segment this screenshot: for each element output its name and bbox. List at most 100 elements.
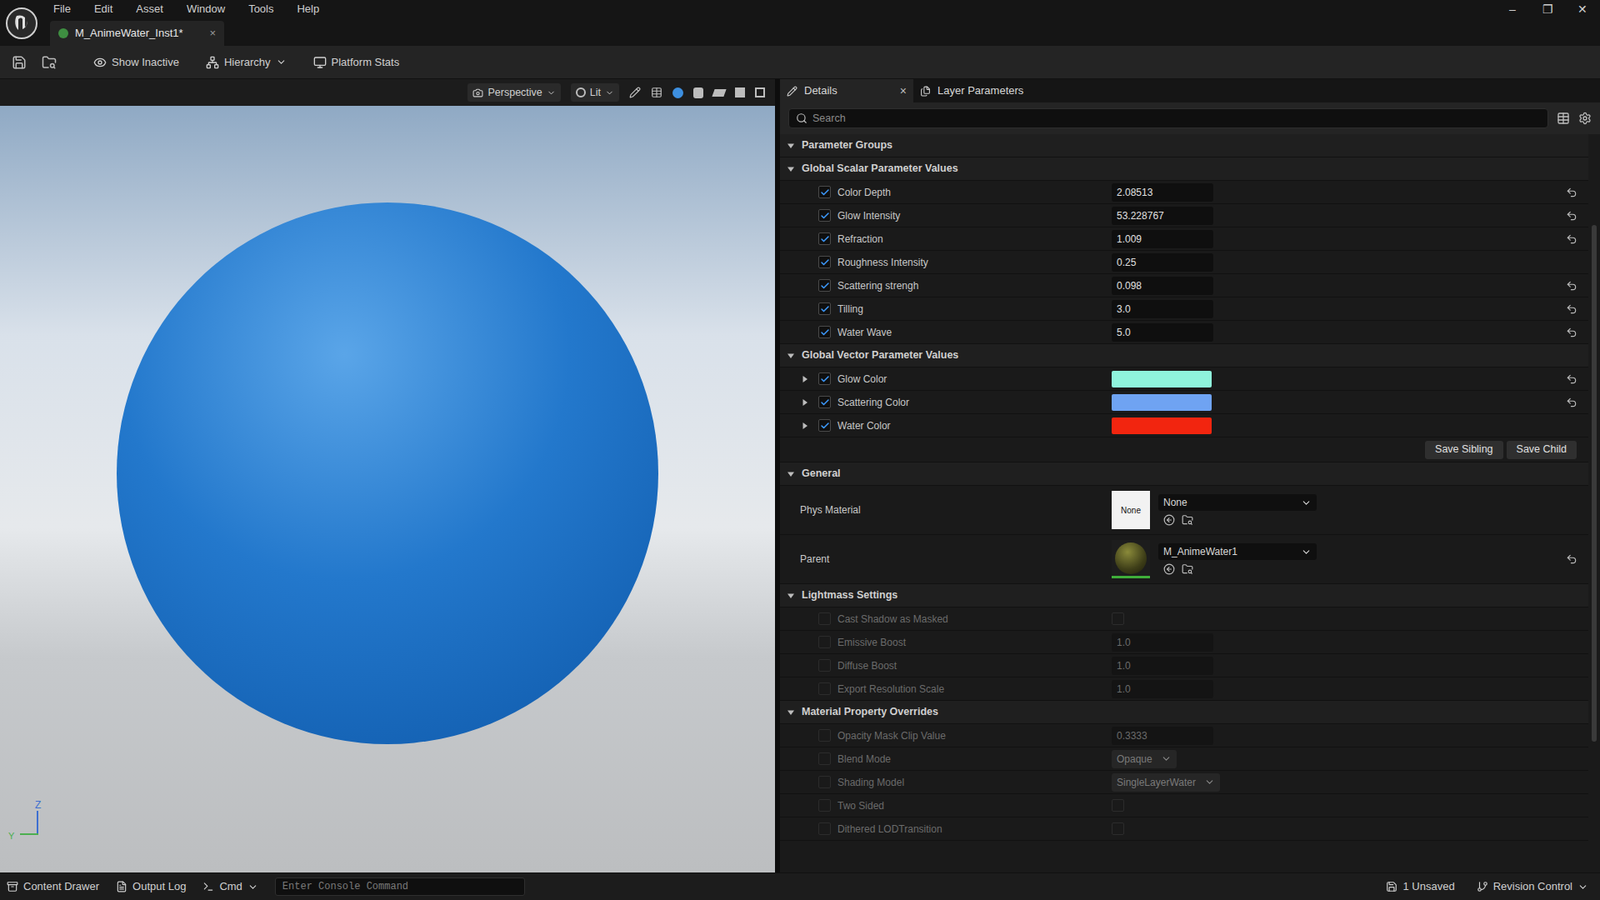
parameter-checkbox[interactable]	[818, 372, 831, 385]
layout-icon[interactable]	[650, 86, 663, 99]
group-header[interactable]: Global Vector Parameter Values	[780, 344, 1589, 368]
cylinder-preview-icon[interactable]	[693, 87, 704, 99]
value-checkbox[interactable]	[1111, 612, 1125, 625]
close-tab-icon[interactable]: ×	[210, 25, 217, 42]
value-checkbox[interactable]	[1111, 799, 1125, 812]
override-checkbox[interactable]	[818, 682, 831, 695]
use-selected-icon[interactable]	[1163, 514, 1175, 526]
panel-tab[interactable]: Layer Parameters	[913, 79, 1030, 103]
color-swatch[interactable]	[1111, 417, 1212, 435]
close-tab-icon[interactable]: ×	[900, 82, 907, 100]
search-field[interactable]: Search	[788, 108, 1549, 129]
number-field[interactable]: 3.0	[1111, 300, 1214, 319]
toolbar-button[interactable]: Platform Stats	[313, 54, 400, 71]
reset-icon[interactable]	[1565, 326, 1578, 339]
override-checkbox[interactable]	[818, 659, 831, 672]
scrollbar[interactable]	[1591, 225, 1597, 742]
parameter-checkbox[interactable]	[818, 209, 831, 222]
browse-icon[interactable]	[1181, 563, 1194, 575]
parameter-checkbox[interactable]	[818, 255, 831, 269]
override-checkbox[interactable]	[818, 635, 831, 649]
override-checkbox[interactable]	[818, 775, 831, 789]
number-field[interactable]: 2.08513	[1111, 183, 1214, 202]
parameter-checkbox[interactable]	[818, 302, 831, 315]
override-checkbox[interactable]	[818, 612, 831, 625]
toolbar-button[interactable]: Hierarchy	[205, 54, 287, 71]
expand-arrow-icon[interactable]	[786, 141, 795, 150]
override-checkbox[interactable]	[818, 729, 831, 742]
viewport-render[interactable]: ZY	[0, 105, 775, 873]
settings-icon[interactable]	[1578, 111, 1592, 125]
group-header[interactable]: General	[780, 462, 1589, 486]
parameter-checkbox[interactable]	[818, 279, 831, 292]
parameter-checkbox[interactable]	[818, 325, 831, 339]
reset-icon[interactable]	[1565, 303, 1578, 315]
expand-arrow-icon[interactable]	[786, 165, 795, 174]
viewport-button[interactable]: Perspective	[467, 83, 560, 102]
save-icon[interactable]	[11, 55, 27, 70]
expand-arrow-icon[interactable]	[786, 470, 795, 479]
status-button[interactable]: Content Drawer	[6, 878, 100, 895]
override-checkbox[interactable]	[818, 752, 831, 765]
parameter-checkbox[interactable]	[818, 395, 831, 409]
toolbar-button[interactable]: Show Inactive	[93, 54, 180, 71]
window-control-button[interactable]: –	[1495, 0, 1530, 19]
asset-dropdown[interactable]: M_AnimeWater1	[1158, 543, 1317, 560]
save-button[interactable]: Save Child	[1506, 440, 1577, 460]
number-field[interactable]: 1.009	[1111, 230, 1214, 249]
window-control-button[interactable]: ❐	[1530, 0, 1565, 19]
menu-item[interactable]: Tools	[248, 0, 274, 18]
number-field[interactable]: 0.3333	[1111, 726, 1214, 745]
override-checkbox[interactable]	[818, 799, 831, 812]
number-field[interactable]: 1.0	[1111, 680, 1214, 699]
expand-arrow-icon[interactable]	[800, 375, 810, 384]
mesh-preview-icon[interactable]	[755, 87, 765, 98]
cube-preview-icon[interactable]	[735, 87, 745, 98]
parameter-checkbox[interactable]	[818, 419, 831, 432]
sphere-preview-icon[interactable]	[672, 87, 684, 99]
menu-item[interactable]: Window	[186, 0, 225, 18]
table-view-icon[interactable]	[1556, 111, 1570, 125]
parameter-checkbox[interactable]	[818, 185, 831, 199]
group-header[interactable]: Global Scalar Parameter Values	[780, 157, 1589, 181]
status-button[interactable]: 1 Unsaved	[1385, 878, 1455, 895]
expand-arrow-icon[interactable]	[786, 708, 795, 717]
browse-icon[interactable]	[41, 55, 57, 70]
group-header[interactable]: Lightmass Settings	[780, 584, 1589, 608]
override-checkbox[interactable]	[818, 822, 831, 835]
number-field[interactable]: 53.228767	[1111, 206, 1214, 225]
show-icon[interactable]	[629, 86, 641, 99]
console-input[interactable]: Enter Console Command	[275, 877, 525, 896]
use-selected-icon[interactable]	[1163, 563, 1175, 575]
group-header[interactable]: Parameter Groups	[780, 134, 1589, 158]
menu-item[interactable]: Edit	[94, 0, 113, 18]
asset-dropdown[interactable]: None	[1158, 494, 1317, 511]
number-field[interactable]: 0.098	[1111, 276, 1214, 295]
select-field[interactable]: Opaque	[1111, 750, 1177, 769]
viewport-button[interactable]: Lit	[570, 83, 620, 102]
status-button[interactable]: Revision Control	[1476, 878, 1589, 895]
browse-icon[interactable]	[1181, 514, 1194, 526]
status-button[interactable]: Cmd	[202, 878, 258, 895]
select-field[interactable]: SingleLayerWater	[1111, 773, 1220, 792]
reset-icon[interactable]	[1565, 373, 1578, 385]
menu-item[interactable]: File	[53, 0, 71, 18]
asset-thumbnail[interactable]: None	[1111, 490, 1150, 530]
reset-icon[interactable]	[1565, 233, 1578, 245]
parameter-checkbox[interactable]	[818, 232, 831, 245]
color-swatch[interactable]	[1111, 370, 1212, 388]
group-header[interactable]: Material Property Overrides	[780, 700, 1589, 725]
reset-icon[interactable]	[1565, 210, 1578, 222]
status-button[interactable]: Output Log	[115, 878, 186, 895]
color-swatch[interactable]	[1111, 394, 1212, 411]
save-button[interactable]: Save Sibling	[1425, 440, 1504, 460]
expand-arrow-icon[interactable]	[786, 351, 795, 360]
expand-arrow-icon[interactable]	[800, 421, 810, 430]
menu-item[interactable]: Asset	[135, 0, 164, 18]
expand-arrow-icon[interactable]	[786, 591, 795, 600]
menu-item[interactable]: Help	[296, 0, 320, 18]
reset-icon[interactable]	[1565, 280, 1578, 292]
value-checkbox[interactable]	[1111, 822, 1125, 835]
reset-icon[interactable]	[1565, 186, 1578, 199]
expand-arrow-icon[interactable]	[800, 398, 810, 407]
